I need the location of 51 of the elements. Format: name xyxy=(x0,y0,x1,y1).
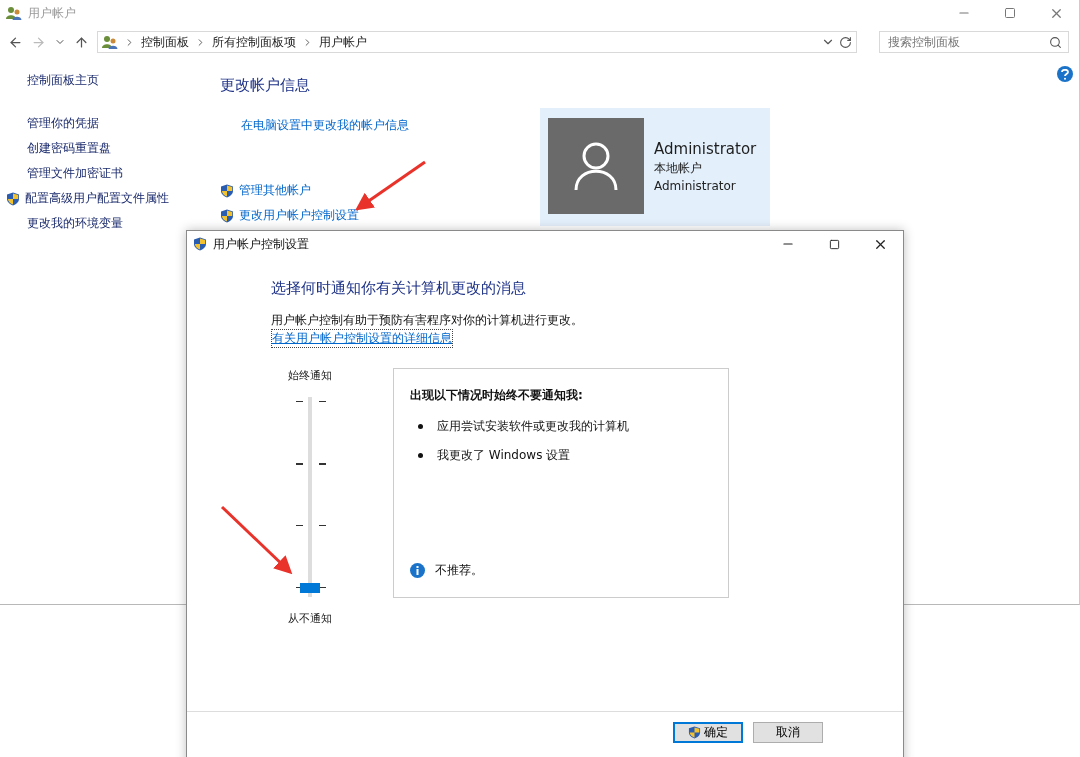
sidebar-link[interactable]: 管理文件加密证书 xyxy=(6,165,192,182)
ok-button[interactable]: 确定 xyxy=(673,722,743,743)
sidebar-link[interactable]: 管理你的凭据 xyxy=(6,115,192,132)
account-name: Administrator xyxy=(654,140,757,158)
users-icon xyxy=(102,34,118,50)
up-button[interactable] xyxy=(74,34,89,50)
window-title: 用户帐户 xyxy=(28,4,76,22)
details-link[interactable]: 有关用户帐户控制设置的详细信息 xyxy=(271,329,453,348)
help-icon[interactable] xyxy=(1057,66,1073,82)
recommendation-note: 不推荐。 xyxy=(435,562,483,579)
slider-thumb[interactable] xyxy=(300,583,320,593)
back-button[interactable] xyxy=(8,34,23,50)
sidebar-link[interactable]: 控制面板主页 xyxy=(6,72,192,89)
sidebar-link[interactable]: 更改我的环境变量 xyxy=(6,215,192,232)
bullet-icon xyxy=(418,453,423,458)
shield-icon xyxy=(6,191,20,206)
bullet-text: 应用尝试安装软件或更改我的计算机 xyxy=(437,418,629,435)
info-icon xyxy=(410,563,425,578)
account-username: Administrator xyxy=(654,179,737,193)
description: 用户帐户控制有助于预防有害程序对你的计算机进行更改。 xyxy=(271,312,584,329)
maximize-icon[interactable] xyxy=(828,238,840,250)
annotation-arrow xyxy=(355,160,426,211)
sidebar-link[interactable]: 创建密码重置盘 xyxy=(6,140,192,157)
shield-icon xyxy=(193,237,207,251)
section-heading: 更改帐户信息 xyxy=(220,76,311,95)
task-link[interactable]: 在电脑设置中更改我的帐户信息 xyxy=(220,117,540,134)
shield-icon xyxy=(220,183,234,198)
shield-icon xyxy=(688,726,701,739)
dialog-heading: 选择何时通知你有关计算机更改的消息 xyxy=(271,279,527,298)
slider-bottom-label: 从不通知 xyxy=(288,611,332,626)
cancel-button[interactable]: 取消 xyxy=(753,722,823,743)
bullet-text: 我更改了 Windows 设置 xyxy=(437,447,571,464)
dialog-title: 用户帐户控制设置 xyxy=(213,235,309,253)
panel-title: 出现以下情况时始终不要通知我: xyxy=(410,387,584,404)
task-link[interactable]: 管理其他帐户 xyxy=(220,182,540,199)
account-type: 本地帐户 xyxy=(654,160,703,177)
refresh-icon[interactable] xyxy=(839,35,852,49)
slider-top-label: 始终通知 xyxy=(288,368,332,383)
task-link[interactable]: 更改用户帐户控制设置 xyxy=(220,207,540,224)
shield-icon xyxy=(220,208,234,223)
search-icon[interactable] xyxy=(1049,35,1062,49)
bullet-icon xyxy=(418,424,423,429)
breadcrumb[interactable]: 控制面板 xyxy=(141,33,189,51)
user-silhouette-icon xyxy=(573,141,619,191)
sidebar-link[interactable]: 配置高级用户配置文件属性 xyxy=(6,190,192,207)
address-bar[interactable]: 控制面板 所有控制面板项 用户帐户 xyxy=(97,31,857,53)
users-icon xyxy=(6,5,22,21)
maximize-icon[interactable] xyxy=(1004,7,1016,19)
breadcrumb[interactable]: 用户帐户 xyxy=(319,33,367,51)
search-field[interactable]: 搜索控制面板 xyxy=(879,31,1069,53)
breadcrumb[interactable]: 所有控制面板项 xyxy=(212,33,296,51)
